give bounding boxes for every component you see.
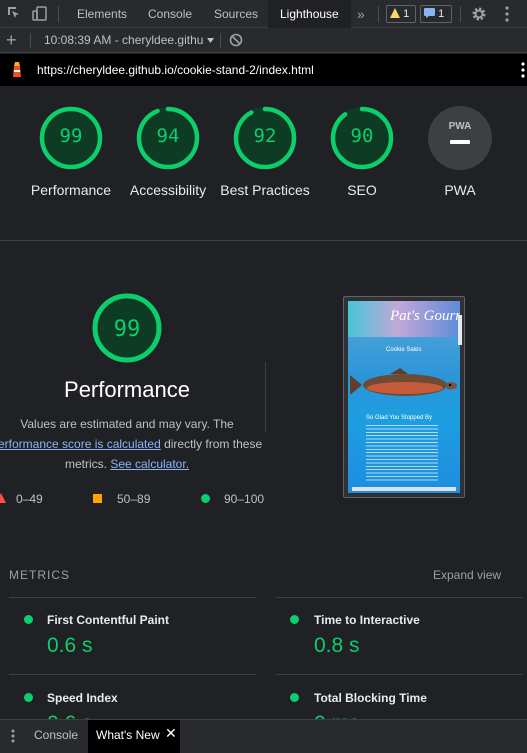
screenshot-scrollbar — [352, 487, 456, 491]
inspect-element-icon[interactable] — [7, 6, 21, 20]
metric-si-label: Speed Index — [47, 691, 118, 705]
detail-divider — [265, 362, 266, 432]
warnings-badge[interactable]: 1 — [386, 5, 416, 23]
messages-badge[interactable]: 1 — [420, 5, 452, 23]
metric-pass-icon — [24, 615, 33, 624]
performance-score-link[interactable]: erformance score is calculated — [0, 437, 161, 451]
report-selector[interactable]: 10:08:39 AM - cheryldee.githul — [44, 33, 204, 49]
screenshot-nav: Cookie Sales — [386, 347, 422, 353]
devtools-tab-bar: Elements Console Sources Lighthouse » 1 … — [0, 0, 527, 28]
screenshot-site-title: Pat's Gourn — [390, 308, 460, 324]
new-report-icon[interactable]: + — [6, 29, 17, 51]
performance-detail-score: 99 — [113, 317, 141, 342]
tab-lighthouse[interactable]: Lighthouse — [268, 0, 351, 28]
drawer-menu-icon[interactable] — [11, 729, 15, 743]
metric-pass-icon — [24, 693, 33, 702]
pwa-gauge[interactable]: PWA — [427, 105, 493, 171]
metric-fcp-label: First Contentful Paint — [47, 613, 169, 627]
drawer-tab-whats-new-label: What's New — [96, 728, 160, 742]
settings-gear-icon[interactable] — [471, 6, 487, 22]
score-label[interactable]: SEO — [314, 180, 410, 200]
metric-pass-icon — [290, 693, 299, 702]
more-options-icon[interactable] — [505, 6, 509, 22]
legend-fail: 0–49 — [16, 492, 43, 506]
message-icon — [424, 8, 435, 18]
final-screenshot[interactable]: Pat's Gourn Cookie Sales So Glad You Sto… — [343, 296, 465, 498]
lighthouse-logo-icon — [13, 62, 21, 77]
description-line-1: Values are estimated and may vary. The — [20, 417, 234, 431]
metrics-divider-left — [9, 674, 256, 675]
drawer-tab-bar: Console What's New ✕ — [0, 719, 527, 753]
more-tabs-icon[interactable]: » — [357, 0, 365, 28]
score-value: 94 — [156, 125, 180, 147]
screenshot-text-lines — [366, 425, 438, 483]
messages-count: 1 — [438, 8, 445, 20]
score-label[interactable]: Accessibility — [120, 180, 216, 200]
metric-fcp-value: 0.6 s — [47, 634, 93, 657]
score-label[interactable]: Performance — [23, 180, 119, 200]
legend-average: 50–89 — [117, 492, 151, 506]
fish-image — [350, 368, 457, 396]
report-menu-icon[interactable] — [521, 62, 525, 78]
metric-pass-icon — [290, 615, 299, 624]
warning-icon — [390, 8, 400, 18]
devtools-window: Elements Console Sources Lighthouse » 1 … — [0, 0, 527, 753]
screenshot-vscroll — [458, 315, 462, 345]
score-value: 99 — [59, 125, 83, 147]
performance-description: Values are estimated and may vary. The e… — [0, 414, 262, 474]
description-line-3: metrics. — [64, 457, 111, 471]
close-icon[interactable]: ✕ — [165, 725, 177, 742]
metrics-divider-left — [9, 597, 256, 598]
clear-block-icon[interactable] — [229, 33, 243, 47]
pass-circle-icon — [201, 494, 210, 503]
tab-console[interactable]: Console — [148, 0, 192, 28]
metric-tti-value: 0.8 s — [314, 634, 360, 657]
drawer-tab-console[interactable]: Console — [34, 728, 78, 742]
svg-text:PWA: PWA — [449, 121, 472, 132]
tab-sources[interactable]: Sources — [214, 0, 258, 28]
score-value: 92 — [253, 125, 277, 147]
report-url-bar: https://cheryldee.github.io/cookie-stand… — [0, 54, 527, 86]
metrics-divider-right — [276, 597, 523, 598]
divider — [0, 240, 527, 241]
tab-elements[interactable]: Elements — [77, 0, 127, 28]
screenshot-image: Pat's Gourn Cookie Sales So Glad You Sto… — [348, 301, 460, 493]
chevron-down-icon[interactable] — [207, 38, 214, 43]
report-url[interactable]: https://cheryldee.github.io/cookie-stand… — [37, 63, 314, 77]
average-square-icon — [93, 494, 102, 503]
performance-detail-title: Performance — [64, 377, 190, 402]
device-toolbar-icon[interactable] — [32, 6, 48, 21]
metrics-heading: METRICS — [9, 568, 70, 582]
metrics-divider-right — [276, 674, 523, 675]
fail-triangle-icon — [0, 493, 6, 503]
drawer-tab-whats-new[interactable]: What's New ✕ — [88, 720, 180, 753]
lighthouse-toolbar: + 10:08:39 AM - cheryldee.githul — [0, 28, 527, 53]
score-label[interactable]: Best Practices — [217, 180, 313, 200]
score-label[interactable]: PWA — [412, 180, 508, 200]
metric-tti-label: Time to Interactive — [314, 613, 420, 627]
metric-tbt-label: Total Blocking Time — [314, 691, 427, 705]
expand-view-toggle[interactable]: Expand view — [433, 568, 501, 582]
screenshot-heading: So Glad You Stopped By — [366, 415, 433, 421]
score-value: 90 — [350, 125, 374, 147]
warnings-count: 1 — [403, 8, 410, 20]
description-line-2: directly from these — [160, 437, 263, 451]
legend-pass: 90–100 — [224, 492, 265, 506]
see-calculator-link[interactable]: See calculator. — [110, 457, 189, 471]
